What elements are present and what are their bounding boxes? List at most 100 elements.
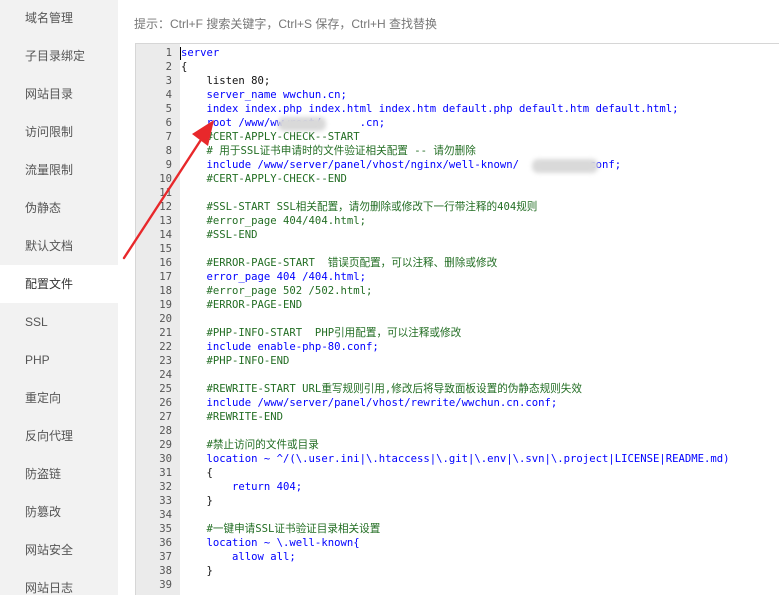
code-line: 4 server_name wwchun.cn; — [136, 88, 779, 102]
line-number: 19 — [159, 299, 172, 311]
code-text: #SSL-START SSL相关配置，请勿删除或修改下一行带注释的404规则 — [181, 201, 538, 213]
code-line: 17 error_page 404 /404.html; — [136, 270, 779, 284]
code-line: 8 # 用于SSL证书申请时的文件验证相关配置 -- 请勿删除 — [136, 144, 779, 158]
code-line: 33 } — [136, 494, 779, 508]
code-line: 36 location ~ \.well-known{ — [136, 536, 779, 550]
line-number: 34 — [159, 509, 172, 521]
sidebar-item-redirect[interactable]: 重定向 — [0, 379, 118, 417]
sidebar-item-config-file[interactable]: 配置文件 — [0, 265, 118, 303]
code-text: #REWRITE-END — [181, 411, 284, 423]
code-line: 7 #CERT-APPLY-CHECK--START — [136, 130, 779, 144]
redacted-domain-include — [532, 159, 598, 173]
code-text: #禁止访问的文件或目录 — [181, 439, 319, 451]
code-text: } — [181, 495, 213, 507]
config-file-panel: 提示：Ctrl+F 搜索关键字，Ctrl+S 保存，Ctrl+H 查找替换 1s… — [118, 0, 779, 595]
code-text: { — [181, 61, 188, 73]
code-text: # 用于SSL证书申请时的文件验证相关配置 -- 请勿删除 — [181, 145, 476, 157]
line-number: 10 — [159, 173, 172, 185]
line-number: 9 — [165, 159, 172, 171]
line-number: 28 — [159, 425, 172, 437]
line-number: 2 — [165, 61, 172, 73]
sidebar-item-site-directory[interactable]: 网站目录 — [0, 75, 118, 113]
code-line: 35 #一键申请SSL证书验证目录相关设置 — [136, 522, 779, 536]
code-lines[interactable]: 1 server 2 {3 listen 80; 4 server_name wwchu… — [136, 46, 779, 592]
sidebar-item-hotlink-protection[interactable]: 防盗链 — [0, 455, 118, 493]
sidebar-item-reverse-proxy[interactable]: 反向代理 — [0, 417, 118, 455]
sidebar-item-default-document[interactable]: 默认文档 — [0, 227, 118, 265]
sidebar-item-php[interactable]: PHP — [0, 341, 118, 379]
sidebar-item-site-security[interactable]: 网站安全 — [0, 531, 118, 569]
code-line: 29 #禁止访问的文件或目录 — [136, 438, 779, 452]
code-line: 26 include /www/server/panel/vhost/rewri… — [136, 396, 779, 410]
code-line: 38 } — [136, 564, 779, 578]
code-text: include /www/server/panel/vhost/rewrite/… — [181, 397, 558, 409]
code-line: 13 #error_page 404/404.html; — [136, 214, 779, 228]
code-line: 30 location ~ ^/(\.user.ini|\.htaccess|\… — [136, 452, 779, 466]
line-number: 12 — [159, 201, 172, 213]
sidebar-item-rewrite[interactable]: 伪静态 — [0, 189, 118, 227]
sidebar-item-site-logs[interactable]: 网站日志 — [0, 569, 118, 595]
line-number: 25 — [159, 383, 172, 395]
line-number: 35 — [159, 523, 172, 535]
code-text: #CERT-APPLY-CHECK--END — [181, 173, 347, 185]
line-number: 17 — [159, 271, 172, 283]
line-number: 31 — [159, 467, 172, 479]
code-text: #ERROR-PAGE-START 错误页配置，可以注释、删除或修改 — [181, 257, 498, 269]
code-line: 3 listen 80; — [136, 74, 779, 88]
line-number: 27 — [159, 411, 172, 423]
line-number: 21 — [159, 327, 172, 339]
line-number: 39 — [159, 579, 172, 591]
shortcut-tip: 提示：Ctrl+F 搜索关键字，Ctrl+S 保存，Ctrl+H 查找替换 — [134, 17, 438, 31]
code-line: 16 #ERROR-PAGE-START 错误页配置，可以注释、删除或修改 — [136, 256, 779, 270]
line-number: 14 — [159, 229, 172, 241]
sidebar-item-tamper-protection[interactable]: 防篡改 — [0, 493, 118, 531]
line-number: 29 — [159, 439, 172, 451]
line-number: 24 — [159, 369, 172, 381]
code-line: 9 include /www/server/panel/vhost/nginx/… — [136, 158, 779, 172]
code-line: 18 #error_page 502 /502.html; — [136, 284, 779, 298]
code-line: 12 #SSL-START SSL相关配置，请勿删除或修改下一行带注释的404规… — [136, 200, 779, 214]
sidebar-item-domain-management[interactable]: 域名管理 — [0, 0, 118, 37]
sidebar-item-ssl[interactable]: SSL — [0, 303, 118, 341]
line-number: 4 — [165, 89, 172, 101]
code-line: 34 — [136, 508, 779, 522]
code-text: location ~ ^/(\.user.ini|\.htaccess|\.gi… — [181, 453, 730, 465]
code-text: #ERROR-PAGE-END — [181, 299, 303, 311]
code-text: #CERT-APPLY-CHECK--START — [181, 131, 360, 143]
line-number: 22 — [159, 341, 172, 353]
redacted-domain-root — [278, 117, 326, 131]
code-line: 20 — [136, 312, 779, 326]
line-number: 36 — [159, 537, 172, 549]
code-line: 14 #SSL-END — [136, 228, 779, 242]
code-text: server_name wwchun.cn; — [181, 89, 347, 101]
settings-sidebar: 域名管理 子目录绑定 网站目录 访问限制 流量限制 伪静态 默认文档 配置文件 … — [0, 0, 118, 595]
code-text: #REWRITE-START URL重写规则引用,修改后将导致面板设置的伪静态规… — [181, 383, 582, 395]
config-code-editor[interactable]: 1 server 2 {3 listen 80; 4 server_name wwchu… — [135, 43, 779, 595]
code-line: 39 — [136, 578, 779, 592]
line-number: 7 — [165, 131, 172, 143]
code-line: 6 root /www/wwwroot/ .cn; — [136, 116, 779, 130]
sidebar-item-traffic-limit[interactable]: 流量限制 — [0, 151, 118, 189]
line-number: 5 — [165, 103, 172, 115]
code-line: 19 #ERROR-PAGE-END — [136, 298, 779, 312]
code-line: 11 — [136, 186, 779, 200]
line-number: 1 — [165, 47, 172, 59]
sidebar-item-access-restriction[interactable]: 访问限制 — [0, 113, 118, 151]
code-text: #一键申请SSL证书验证目录相关设置 — [181, 523, 381, 535]
code-line: 5 index index.php index.html index.htm d… — [136, 102, 779, 116]
code-text: location ~ \.well-known{ — [181, 537, 360, 549]
line-number: 37 — [159, 551, 172, 563]
line-number: 38 — [159, 565, 172, 577]
code-text: #SSL-END — [181, 229, 258, 241]
line-number: 11 — [159, 187, 172, 199]
line-number: 23 — [159, 355, 172, 367]
code-line: 15 — [136, 242, 779, 256]
code-line: 1 server — [136, 46, 779, 60]
code-line: 22 include enable-php-80.conf; — [136, 340, 779, 354]
line-number: 33 — [159, 495, 172, 507]
code-line: 25 #REWRITE-START URL重写规则引用,修改后将导致面板设置的伪… — [136, 382, 779, 396]
code-line: 10 #CERT-APPLY-CHECK--END — [136, 172, 779, 186]
text-cursor — [180, 47, 181, 60]
code-text: #error_page 404/404.html; — [181, 215, 366, 227]
sidebar-item-subdirectory-binding[interactable]: 子目录绑定 — [0, 37, 118, 75]
